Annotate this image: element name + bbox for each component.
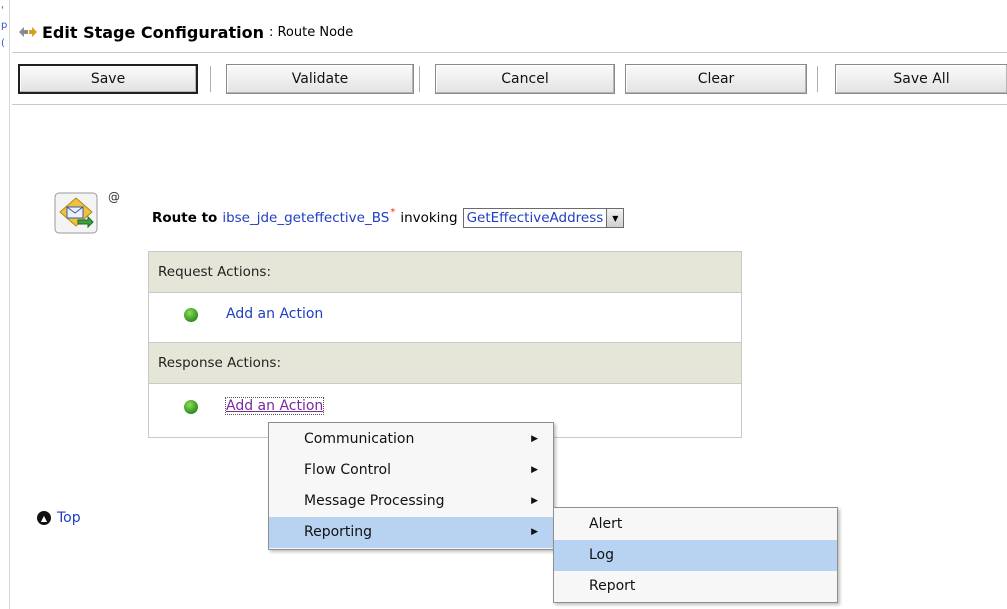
submenu-item-report[interactable]: Report [554,571,837,602]
cancel-button[interactable]: Cancel [435,64,615,94]
route-definition: Route to ibse_jde_geteffective_BS * invo… [152,206,625,230]
toolbar-divider [12,104,1007,105]
menu-item-label: Flow Control [304,462,392,478]
save-all-button[interactable]: Save All [835,64,1007,94]
submenu-arrow-icon: ▶ [531,434,538,444]
submenu-arrow-icon: ▶ [531,527,538,537]
operation-select-value: GetEffectiveAddress [466,210,604,226]
response-actions-header: Response Actions: [149,342,741,384]
save-button[interactable]: Save [18,64,198,94]
request-add-action-link[interactable]: Add an Action [226,306,323,322]
required-marker: * [390,206,396,218]
clear-button[interactable]: Clear [625,64,807,94]
menu-item-label: Reporting [304,524,373,540]
header-divider [12,52,1007,53]
submenu-arrow-icon: ▶ [531,496,538,506]
top-arrow-icon: ▲ [37,511,51,525]
actions-panel: Request Actions: Add an Action Response … [148,251,742,438]
submenu-item-alert[interactable]: Alert [554,509,837,540]
menu-item-label: Communication [304,431,415,447]
stage-icon [19,27,37,37]
request-action-row: Add an Action [149,293,741,337]
toolbar-separator [419,66,420,92]
toolbar-separator [210,66,211,92]
operation-select[interactable]: GetEffectiveAddress ▼ [462,208,625,228]
left-frame-strip: ' p( [0,0,10,609]
route-to-label: Route to [152,210,218,226]
request-actions-header: Request Actions: [149,252,741,293]
route-at-marker: @ [108,190,120,204]
toolbar-separator [817,66,818,92]
top-link-label: Top [57,510,81,526]
service-link[interactable]: ibse_jde_geteffective_BS [222,210,389,226]
action-context-menu: Communication ▶ Flow Control ▶ Message P… [268,422,554,550]
top-link[interactable]: ▲ Top [37,510,81,526]
status-dot-icon [184,308,198,322]
submenu-item-log[interactable]: Log [554,540,837,571]
dropdown-arrow-icon[interactable]: ▼ [606,209,624,227]
menu-item-communication[interactable]: Communication ▶ [269,424,553,455]
page-header: Edit Stage Configuration : Route Node [18,20,353,44]
menu-item-reporting[interactable]: Reporting ▶ [269,517,553,548]
response-add-action-link[interactable]: Add an Action [224,397,325,415]
page-title: Edit Stage Configuration [42,22,264,42]
menu-item-label: Message Processing [304,493,445,509]
invoking-label: invoking [400,210,458,226]
reporting-submenu: Alert Log Report [553,507,838,603]
menu-item-message-processing[interactable]: Message Processing ▶ [269,486,553,517]
route-node-icon[interactable] [54,192,98,234]
menu-item-flow-control[interactable]: Flow Control ▶ [269,455,553,486]
validate-button[interactable]: Validate [226,64,414,94]
page-subtitle: : Route Node [268,24,354,40]
submenu-arrow-icon: ▶ [531,465,538,475]
status-dot-icon [184,400,198,414]
